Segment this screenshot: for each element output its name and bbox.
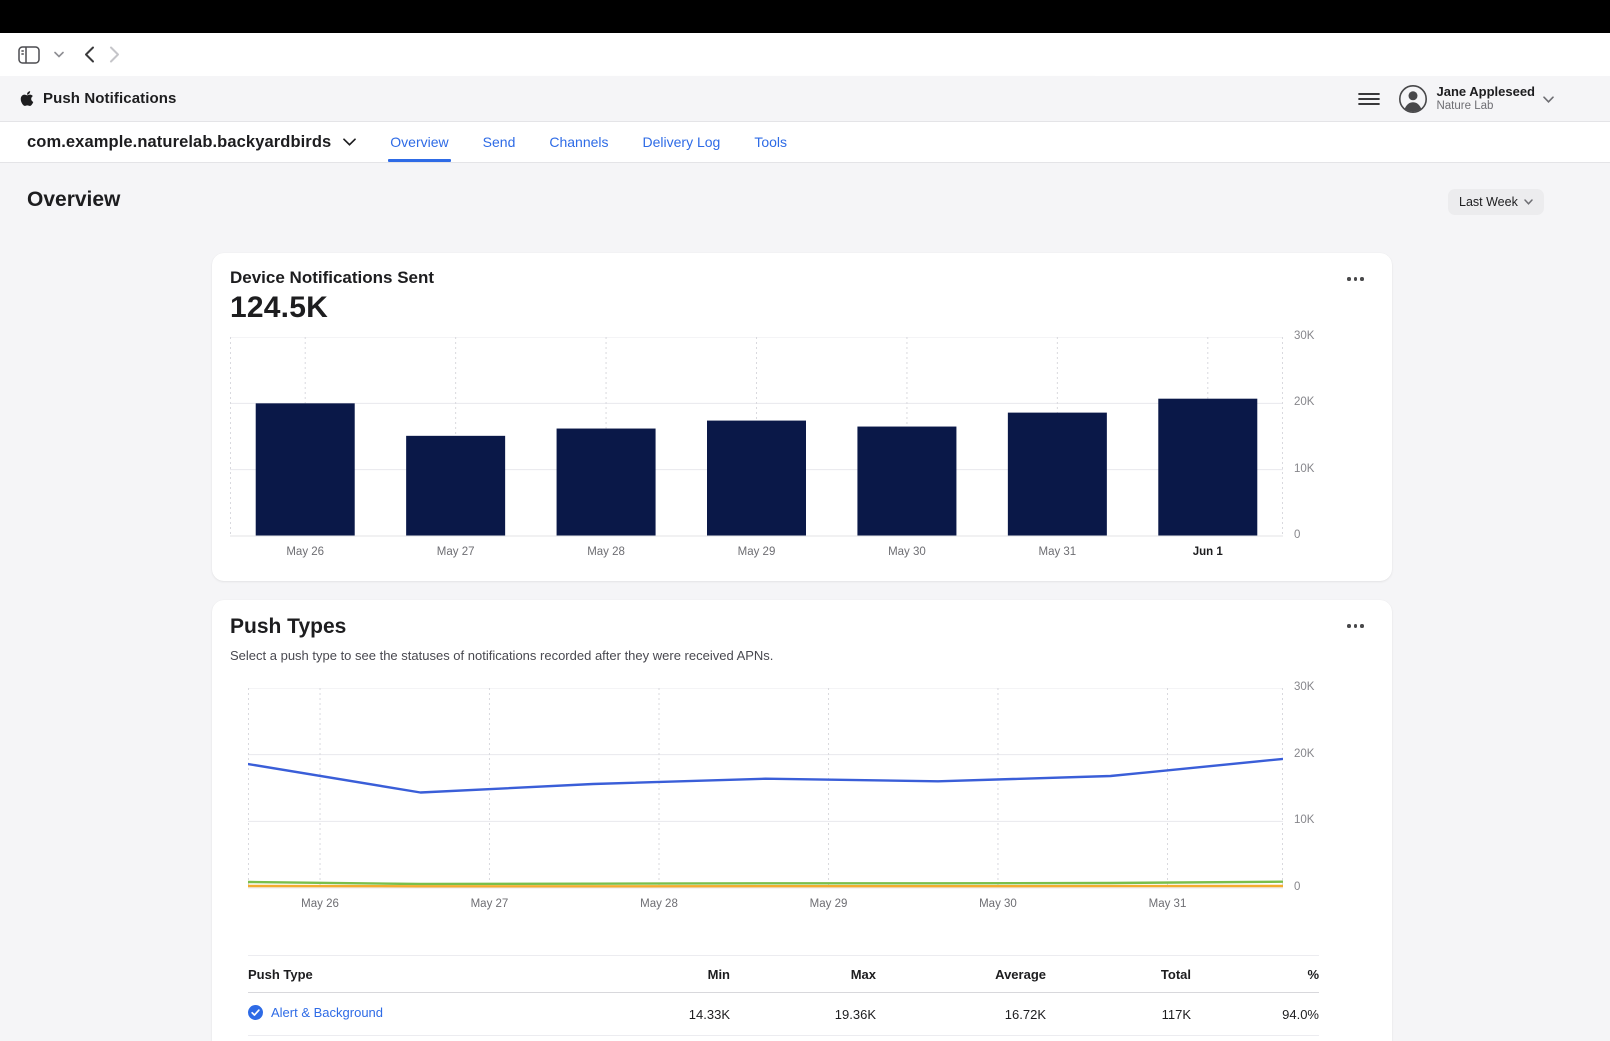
y-axis-tick-label: 20K (1294, 748, 1314, 760)
tab-send[interactable]: Send (483, 122, 516, 162)
x-axis-tick-label: May 26 (286, 546, 324, 558)
window-top-bar (0, 0, 1610, 33)
subnav: com.example.naturelab.backyardbirds Over… (0, 122, 1610, 163)
table-header-push-type: Push Type (248, 956, 584, 993)
push-types-line-chart: 010K20K30KMay 26May 27May 28May 29May 30… (248, 688, 1339, 920)
bar-may-28[interactable] (557, 429, 656, 536)
card-menu-button[interactable] (1343, 620, 1368, 632)
bundle-id-selector[interactable]: com.example.naturelab.backyardbirds (27, 133, 356, 152)
tab-group-chevron-button[interactable] (54, 51, 64, 58)
x-axis-tick-label: May 30 (979, 898, 1017, 910)
push-type-link[interactable]: Alert & Background (248, 1005, 383, 1020)
page-title: Overview (27, 188, 120, 212)
table-cell: 14.33K (584, 993, 730, 1036)
user-org: Nature Lab (1436, 100, 1535, 113)
forward-button[interactable] (109, 46, 120, 63)
tab-channels[interactable]: Channels (549, 122, 608, 162)
table-cell: 117K (1046, 993, 1191, 1036)
nav-tabs: Overview Send Channels Delivery Log Tools (390, 122, 787, 162)
line-series-series-green[interactable] (248, 882, 1283, 884)
tab-tools[interactable]: Tools (754, 122, 787, 162)
device-notifications-card: Device Notifications Sent 124.5K 0 10K 20K… (212, 253, 1392, 581)
app-title: Push Notifications (43, 90, 176, 107)
sidebar-icon (18, 46, 40, 64)
chevron-down-icon (54, 51, 64, 58)
bar-may-26[interactable] (256, 403, 355, 536)
back-arrow-icon (84, 46, 95, 63)
x-axis-tick-label: May 27 (437, 546, 475, 558)
forward-arrow-icon (109, 46, 120, 63)
bar-may-31[interactable] (1008, 413, 1107, 536)
table-header-max: Max (730, 956, 876, 993)
bar-may-27[interactable] (406, 436, 505, 536)
x-axis-tick-label: May 30 (888, 546, 926, 558)
y-axis-tick-label: 0 (1294, 881, 1300, 893)
table-header-average: Average (876, 956, 1046, 993)
table-cell: 16.72K (876, 993, 1046, 1036)
back-button[interactable] (84, 46, 95, 63)
x-axis-tick-label: May 28 (640, 898, 678, 910)
x-axis-tick-label: May 31 (1038, 546, 1076, 558)
user-name: Jane Appleseed (1436, 85, 1535, 100)
avatar-icon (1398, 84, 1428, 114)
y-axis-tick-label: 10K (1294, 814, 1314, 826)
tab-delivery-log[interactable]: Delivery Log (643, 122, 721, 162)
menu-button[interactable] (1358, 93, 1380, 105)
y-axis-tick-label: 30K (1294, 330, 1314, 342)
card-menu-button[interactable] (1343, 273, 1368, 285)
card-subtitle: Select a push type to see the statuses o… (230, 648, 773, 663)
y-axis-tick-label: 20K (1294, 396, 1314, 408)
x-axis-tick-label: May 26 (301, 898, 339, 910)
card-title: Push Types (230, 615, 346, 639)
push-types-table: Push TypeMinMaxAverageTotal% Alert & Bac… (248, 955, 1319, 1036)
x-axis-tick-label: May 27 (471, 898, 509, 910)
y-axis-tick-label: 30K (1294, 681, 1314, 693)
apple-logo-icon (20, 90, 34, 107)
chevron-down-icon (1543, 96, 1554, 103)
hamburger-icon (1358, 93, 1380, 105)
y-axis-tick-label: 0 (1294, 529, 1300, 541)
x-axis-tick-label: Jun 1 (1193, 546, 1223, 558)
bundle-id: com.example.naturelab.backyardbirds (27, 133, 331, 152)
app-header: Push Notifications Jane Appleseed Nature… (0, 76, 1610, 122)
line-series-alert-background[interactable] (248, 759, 1283, 793)
notifications-total: 124.5K (230, 291, 328, 325)
chevron-down-icon (343, 138, 356, 146)
browser-toolbar: icloud.developer.apple.com (0, 33, 1610, 76)
table-cell: 94.0% (1191, 993, 1319, 1036)
bar-may-30[interactable] (857, 427, 956, 536)
bar-jun-1[interactable] (1158, 399, 1257, 536)
bar-may-29[interactable] (707, 421, 806, 536)
table-cell: 19.36K (730, 993, 876, 1036)
tab-overview[interactable]: Overview (390, 122, 448, 162)
device-notifications-bar-chart: 010K20K30KMay 26May 27May 28May 29May 30… (230, 337, 1343, 569)
x-axis-tick-label: May 29 (738, 546, 776, 558)
push-types-card: Push Types Select a push type to see the… (212, 600, 1392, 1041)
table-row: Alert & Background 14.33K19.36K16.72K117K… (248, 993, 1319, 1036)
card-title: Device Notifications Sent (230, 268, 434, 288)
chevron-down-icon (1524, 199, 1533, 205)
date-range-selector[interactable]: Last Week (1448, 189, 1544, 215)
table-header--: % (1191, 956, 1319, 993)
table-header-min: Min (584, 956, 730, 993)
y-axis-tick-label: 10K (1294, 463, 1314, 475)
x-axis-tick-label: May 28 (587, 546, 625, 558)
user-menu[interactable]: Jane Appleseed Nature Lab (1398, 84, 1554, 114)
x-axis-tick-label: May 29 (810, 898, 848, 910)
table-header-total: Total (1046, 956, 1191, 993)
x-axis-tick-label: May 31 (1149, 898, 1187, 910)
date-range-label: Last Week (1459, 195, 1518, 209)
sidebar-toggle-button[interactable] (18, 46, 40, 64)
check-circle-icon (248, 1005, 263, 1020)
